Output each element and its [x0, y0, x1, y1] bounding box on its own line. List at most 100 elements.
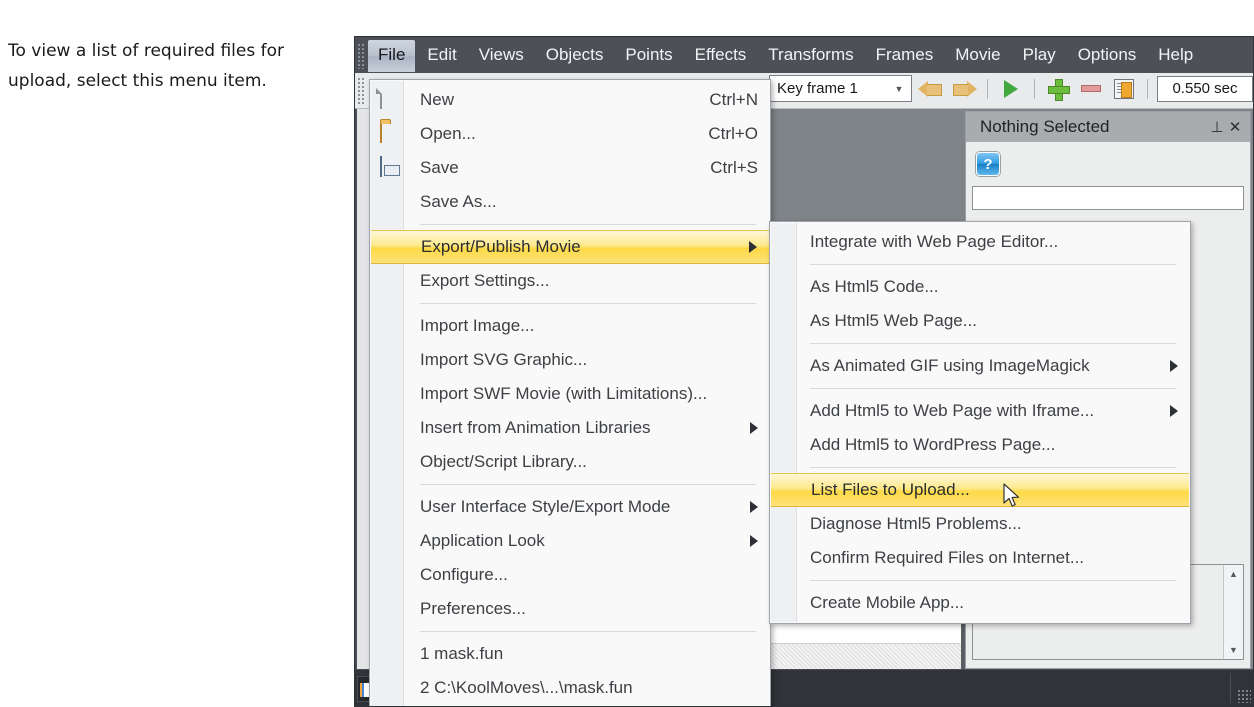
menubar-item-effects[interactable]: Effects	[685, 40, 757, 72]
menubar-item-objects[interactable]: Objects	[536, 40, 614, 72]
previous-frame-icon	[918, 79, 944, 99]
submenu-item-as-animated-gif[interactable]: As Animated GIF using ImageMagick	[770, 349, 1190, 383]
submenu-item-as-html5-code-label: As Html5 Code...	[810, 277, 939, 296]
scroll-up-icon-2[interactable]: ▲	[1224, 569, 1243, 579]
annotation-text: To view a list of required files for upl…	[8, 36, 338, 96]
submenu-item-add-html5-wordpress[interactable]: Add Html5 to WordPress Page...	[770, 428, 1190, 462]
menu-item-preferences[interactable]: Preferences...	[370, 592, 770, 626]
plus-icon	[1048, 78, 1070, 101]
menu-item-recent-2[interactable]: 2 C:\KoolMoves\...\mask.fun	[370, 671, 770, 705]
menubar-item-help[interactable]: Help	[1148, 40, 1203, 72]
file-menu-separator-2	[420, 303, 756, 304]
play-icon	[1004, 79, 1018, 98]
status-bar-divider	[1230, 673, 1231, 703]
menu-item-import-swf-label: Import SWF Movie (with Limitations)...	[420, 384, 708, 403]
add-frame-button[interactable]	[1044, 76, 1072, 102]
delete-frame-button[interactable]	[1077, 76, 1105, 102]
menu-item-import-image[interactable]: Import Image...	[370, 309, 770, 343]
window-resize-grip[interactable]	[1237, 689, 1251, 703]
menubar-item-views[interactable]: Views	[469, 40, 534, 72]
menu-item-new[interactable]: New Ctrl+N	[370, 83, 770, 117]
submenu-item-add-html5-wordpress-label: Add Html5 to WordPress Page...	[810, 435, 1056, 454]
submenu-separator-3	[810, 388, 1176, 389]
frame-duration-input[interactable]: 0.550 sec	[1157, 75, 1253, 102]
submenu-item-add-html5-iframe[interactable]: Add Html5 to Web Page with Iframe...	[770, 394, 1190, 428]
frames-button[interactable]	[1110, 76, 1138, 102]
menu-item-import-svg[interactable]: Import SVG Graphic...	[370, 343, 770, 377]
submenu-item-create-mobile-app[interactable]: Create Mobile App...	[770, 586, 1190, 620]
submenu-item-integrate-web-page-editor[interactable]: Integrate with Web Page Editor...	[770, 225, 1190, 259]
menubar-item-movie[interactable]: Movie	[945, 40, 1010, 72]
submenu-item-list-files-to-upload[interactable]: List Files to Upload...	[771, 473, 1189, 507]
menu-item-import-swf[interactable]: Import SWF Movie (with Limitations)...	[370, 377, 770, 411]
file-menu-separator-1	[420, 224, 756, 225]
menubar-item-file[interactable]: File	[368, 40, 416, 72]
help-button[interactable]: ?	[976, 152, 1000, 176]
menubar-item-points[interactable]: Points	[615, 40, 682, 72]
menu-item-insert-animation-libraries[interactable]: Insert from Animation Libraries	[370, 411, 770, 445]
submenu-item-confirm-required-files[interactable]: Confirm Required Files on Internet...	[770, 541, 1190, 575]
submenu-item-confirm-required-files-label: Confirm Required Files on Internet...	[810, 548, 1085, 567]
keyframe-select[interactable]: Key frame 1 ▼	[769, 75, 912, 102]
submenu-item-integrate-web-page-editor-label: Integrate with Web Page Editor...	[810, 232, 1059, 251]
menu-item-save-as[interactable]: Save As...	[370, 185, 770, 219]
menu-item-configure-label: Configure...	[420, 565, 508, 584]
export-publish-submenu-popup: Integrate with Web Page Editor... As Htm…	[769, 221, 1191, 624]
menu-item-export-settings[interactable]: Export Settings...	[370, 264, 770, 298]
properties-panel-titlebar: Nothing Selected ⊥ ✕	[966, 112, 1250, 142]
pin-icon[interactable]: ⊥	[1208, 118, 1226, 136]
submenu-arrow-icon-3	[750, 501, 758, 513]
submenu-item-diagnose-html5-problems-label: Diagnose Html5 Problems...	[810, 514, 1022, 533]
menu-bar-drag-grip[interactable]	[357, 43, 367, 69]
previous-frame-button[interactable]	[917, 76, 945, 102]
menubar-item-edit[interactable]: Edit	[417, 40, 466, 72]
properties-panel-title: Nothing Selected	[980, 117, 1110, 136]
next-frame-button[interactable]	[950, 76, 978, 102]
menu-item-application-look-label: Application Look	[420, 531, 545, 550]
file-menu-separator-3	[420, 484, 756, 485]
submenu-item-diagnose-html5-problems[interactable]: Diagnose Html5 Problems...	[770, 507, 1190, 541]
menu-item-ui-style-export-mode[interactable]: User Interface Style/Export Mode	[370, 490, 770, 524]
properties-input-field[interactable]	[972, 186, 1244, 210]
submenu-arrow-icon-6	[1170, 405, 1178, 417]
menubar-item-options[interactable]: Options	[1068, 40, 1147, 72]
new-document-icon	[380, 88, 402, 111]
scroll-down-icon-2[interactable]: ▼	[1224, 645, 1243, 655]
toolbar-separator-2	[1034, 78, 1035, 99]
menubar-item-frames[interactable]: Frames	[866, 40, 944, 72]
menu-item-ui-style-export-mode-label: User Interface Style/Export Mode	[420, 497, 671, 516]
submenu-separator-2	[810, 343, 1176, 344]
menu-item-export-publish-movie[interactable]: Export/Publish Movie	[371, 230, 769, 264]
chevron-down-icon: ▼	[894, 83, 904, 94]
frame-duration-value: 0.550 sec	[1172, 80, 1238, 97]
submenu-arrow-icon-5	[1170, 360, 1178, 372]
submenu-item-as-html5-web-page[interactable]: As Html5 Web Page...	[770, 304, 1190, 338]
menu-item-object-script-library[interactable]: Object/Script Library...	[370, 445, 770, 479]
submenu-arrow-icon	[749, 241, 757, 253]
submenu-item-list-files-to-upload-label: List Files to Upload...	[811, 480, 970, 499]
mouse-cursor-icon	[1003, 483, 1020, 507]
menu-item-import-svg-label: Import SVG Graphic...	[420, 350, 588, 369]
menu-item-save[interactable]: Save Ctrl+S	[370, 151, 770, 185]
menu-item-open-label: Open...	[420, 124, 476, 143]
submenu-item-create-mobile-app-label: Create Mobile App...	[810, 593, 965, 612]
play-button[interactable]	[997, 76, 1025, 102]
close-icon[interactable]: ✕	[1226, 118, 1244, 136]
menu-item-open-accel: Ctrl+O	[708, 124, 758, 143]
toolbar-drag-grip[interactable]	[357, 77, 367, 105]
minus-icon	[1081, 85, 1101, 92]
submenu-item-as-html5-code[interactable]: As Html5 Code...	[770, 270, 1190, 304]
open-folder-icon	[380, 122, 402, 145]
properties-list-scrollbar[interactable]: ▲ ▼	[1223, 565, 1243, 659]
menubar-item-play[interactable]: Play	[1013, 40, 1066, 72]
menu-item-configure[interactable]: Configure...	[370, 558, 770, 592]
menu-item-new-label: New	[420, 90, 455, 109]
next-frame-icon	[951, 79, 977, 99]
file-menu-separator-4	[420, 631, 756, 632]
annotation-line-1: To view a list of required files for	[8, 41, 284, 61]
menu-item-open[interactable]: Open... Ctrl+O	[370, 117, 770, 151]
menu-item-recent-1-label: 1 mask.fun	[420, 644, 504, 663]
menubar-item-transforms[interactable]: Transforms	[758, 40, 863, 72]
menu-item-recent-1[interactable]: 1 mask.fun	[370, 637, 770, 671]
menu-item-application-look[interactable]: Application Look	[370, 524, 770, 558]
